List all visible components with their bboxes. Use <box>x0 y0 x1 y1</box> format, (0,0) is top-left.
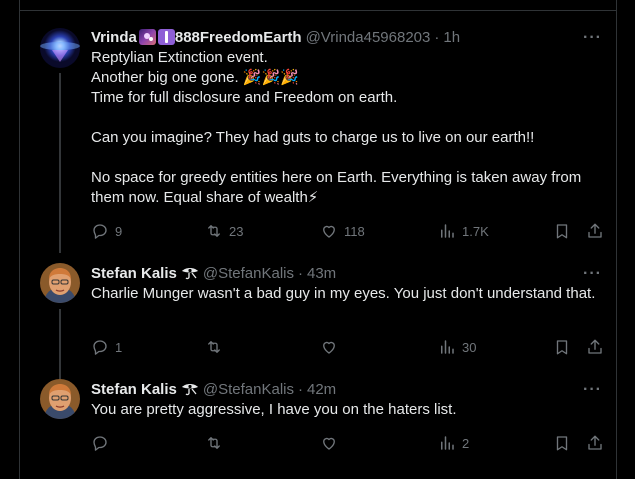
reply-button[interactable]: 1 <box>91 337 122 357</box>
reply-icon <box>93 224 107 239</box>
avatar-image <box>40 379 80 419</box>
tweet-vrinda[interactable]: Vrinda 888FreedomEarth @Vrinda45968203 ·… <box>20 27 616 253</box>
like-button[interactable] <box>320 337 344 357</box>
timeline-divider <box>19 10 617 11</box>
display-name[interactable]: Stefan Kalis <box>91 381 177 398</box>
views-count: 1.7K <box>462 223 489 239</box>
tweet-text: You are pretty aggressive, I have you on… <box>91 401 457 418</box>
like-count: 118 <box>344 223 365 239</box>
reply-count: 1 <box>115 339 123 355</box>
views-icon <box>441 436 454 450</box>
more-icon[interactable]: ··· <box>583 265 602 283</box>
bookmark-icon <box>556 436 568 451</box>
tweet-header: Vrinda 888FreedomEarth @Vrinda45968203 ·… <box>91 27 602 47</box>
like-button[interactable] <box>320 433 344 453</box>
thread-connector <box>59 73 61 253</box>
bookmark-icon <box>556 224 568 239</box>
views-button[interactable]: 30 <box>438 337 476 357</box>
avatar[interactable] <box>40 379 80 419</box>
tweet-header: Stefan Kalis @StefanKalis · 42m <box>91 379 602 399</box>
user-handle[interactable]: @StefanKalis <box>203 381 294 398</box>
repost-button[interactable]: 23 <box>205 221 243 241</box>
share-icon <box>588 339 602 354</box>
display-name[interactable]: Vrinda <box>91 29 137 46</box>
eye-of-horus-icon <box>181 384 198 396</box>
heart-icon <box>323 341 335 354</box>
display-name[interactable]: Stefan Kalis <box>91 265 177 282</box>
views-button[interactable]: 1.7K <box>438 221 489 241</box>
repost-icon <box>208 341 220 353</box>
timestamp[interactable]: 42m <box>307 381 336 398</box>
views-count: 30 <box>462 339 477 355</box>
heart-icon <box>323 437 335 450</box>
more-icon[interactable]: ··· <box>583 381 602 399</box>
heart-icon <box>323 225 335 238</box>
views-button[interactable]: 2 <box>438 433 469 453</box>
share-button[interactable] <box>586 221 604 241</box>
display-name-suffix[interactable]: 888FreedomEarth <box>175 29 302 46</box>
tweet-stefan-2[interactable]: Stefan Kalis @StefanKalis · 42m ··· You … <box>20 379 616 479</box>
reply-button[interactable]: 9 <box>91 221 122 241</box>
avatar[interactable] <box>40 263 80 303</box>
reply-count: 9 <box>115 223 123 239</box>
repost-icon <box>208 225 220 237</box>
views-icon <box>441 340 454 354</box>
user-handle[interactable]: @Vrinda45968203 <box>306 29 431 46</box>
action-bar: 1 30 <box>91 337 602 357</box>
caduceus-emoji-icon <box>157 29 175 45</box>
timestamp[interactable]: 43m <box>307 265 336 282</box>
bookmark-button[interactable] <box>553 433 571 453</box>
avatar-image <box>40 263 80 303</box>
share-icon <box>588 435 602 450</box>
action-bar: 9 23 118 1.7K <box>91 221 602 241</box>
repost-icon <box>208 437 220 449</box>
views-icon <box>441 224 454 238</box>
tweet-stefan-1[interactable]: Stefan Kalis @StefanKalis · 43m ··· Char… <box>20 263 616 379</box>
separator-dot: · <box>297 380 303 398</box>
repost-count: 23 <box>229 223 244 239</box>
action-bar: 2 <box>91 433 602 453</box>
timestamp[interactable]: 1h <box>443 29 460 46</box>
reply-icon <box>93 340 107 355</box>
share-button[interactable] <box>586 337 604 357</box>
share-button[interactable] <box>586 433 604 453</box>
galaxy-emoji-icon <box>138 29 156 45</box>
bookmark-button[interactable] <box>553 337 571 357</box>
avatar-image <box>40 28 80 68</box>
tweet-text: Reptylian Extinction event. Another big … <box>91 49 582 206</box>
share-icon <box>588 223 602 238</box>
repost-button[interactable] <box>205 433 229 453</box>
views-count: 2 <box>462 435 470 451</box>
reply-button[interactable] <box>91 433 115 453</box>
user-handle[interactable]: @StefanKalis <box>203 265 294 282</box>
eye-of-horus-icon <box>181 268 198 280</box>
avatar[interactable] <box>40 28 80 68</box>
tweet-text: Charlie Munger wasn't a bad guy in my ey… <box>91 285 596 302</box>
timeline-border-right <box>616 0 617 479</box>
repost-button[interactable] <box>205 337 229 357</box>
separator-dot: · <box>297 264 303 282</box>
separator-dot: · <box>434 28 440 46</box>
reply-icon <box>93 436 107 451</box>
tweet-header: Stefan Kalis @StefanKalis · 43m <box>91 263 602 283</box>
more-icon[interactable]: ··· <box>583 29 602 47</box>
thread-connector <box>59 309 61 379</box>
bookmark-button[interactable] <box>553 221 571 241</box>
bookmark-icon <box>556 340 568 355</box>
like-button[interactable]: 118 <box>320 221 365 241</box>
